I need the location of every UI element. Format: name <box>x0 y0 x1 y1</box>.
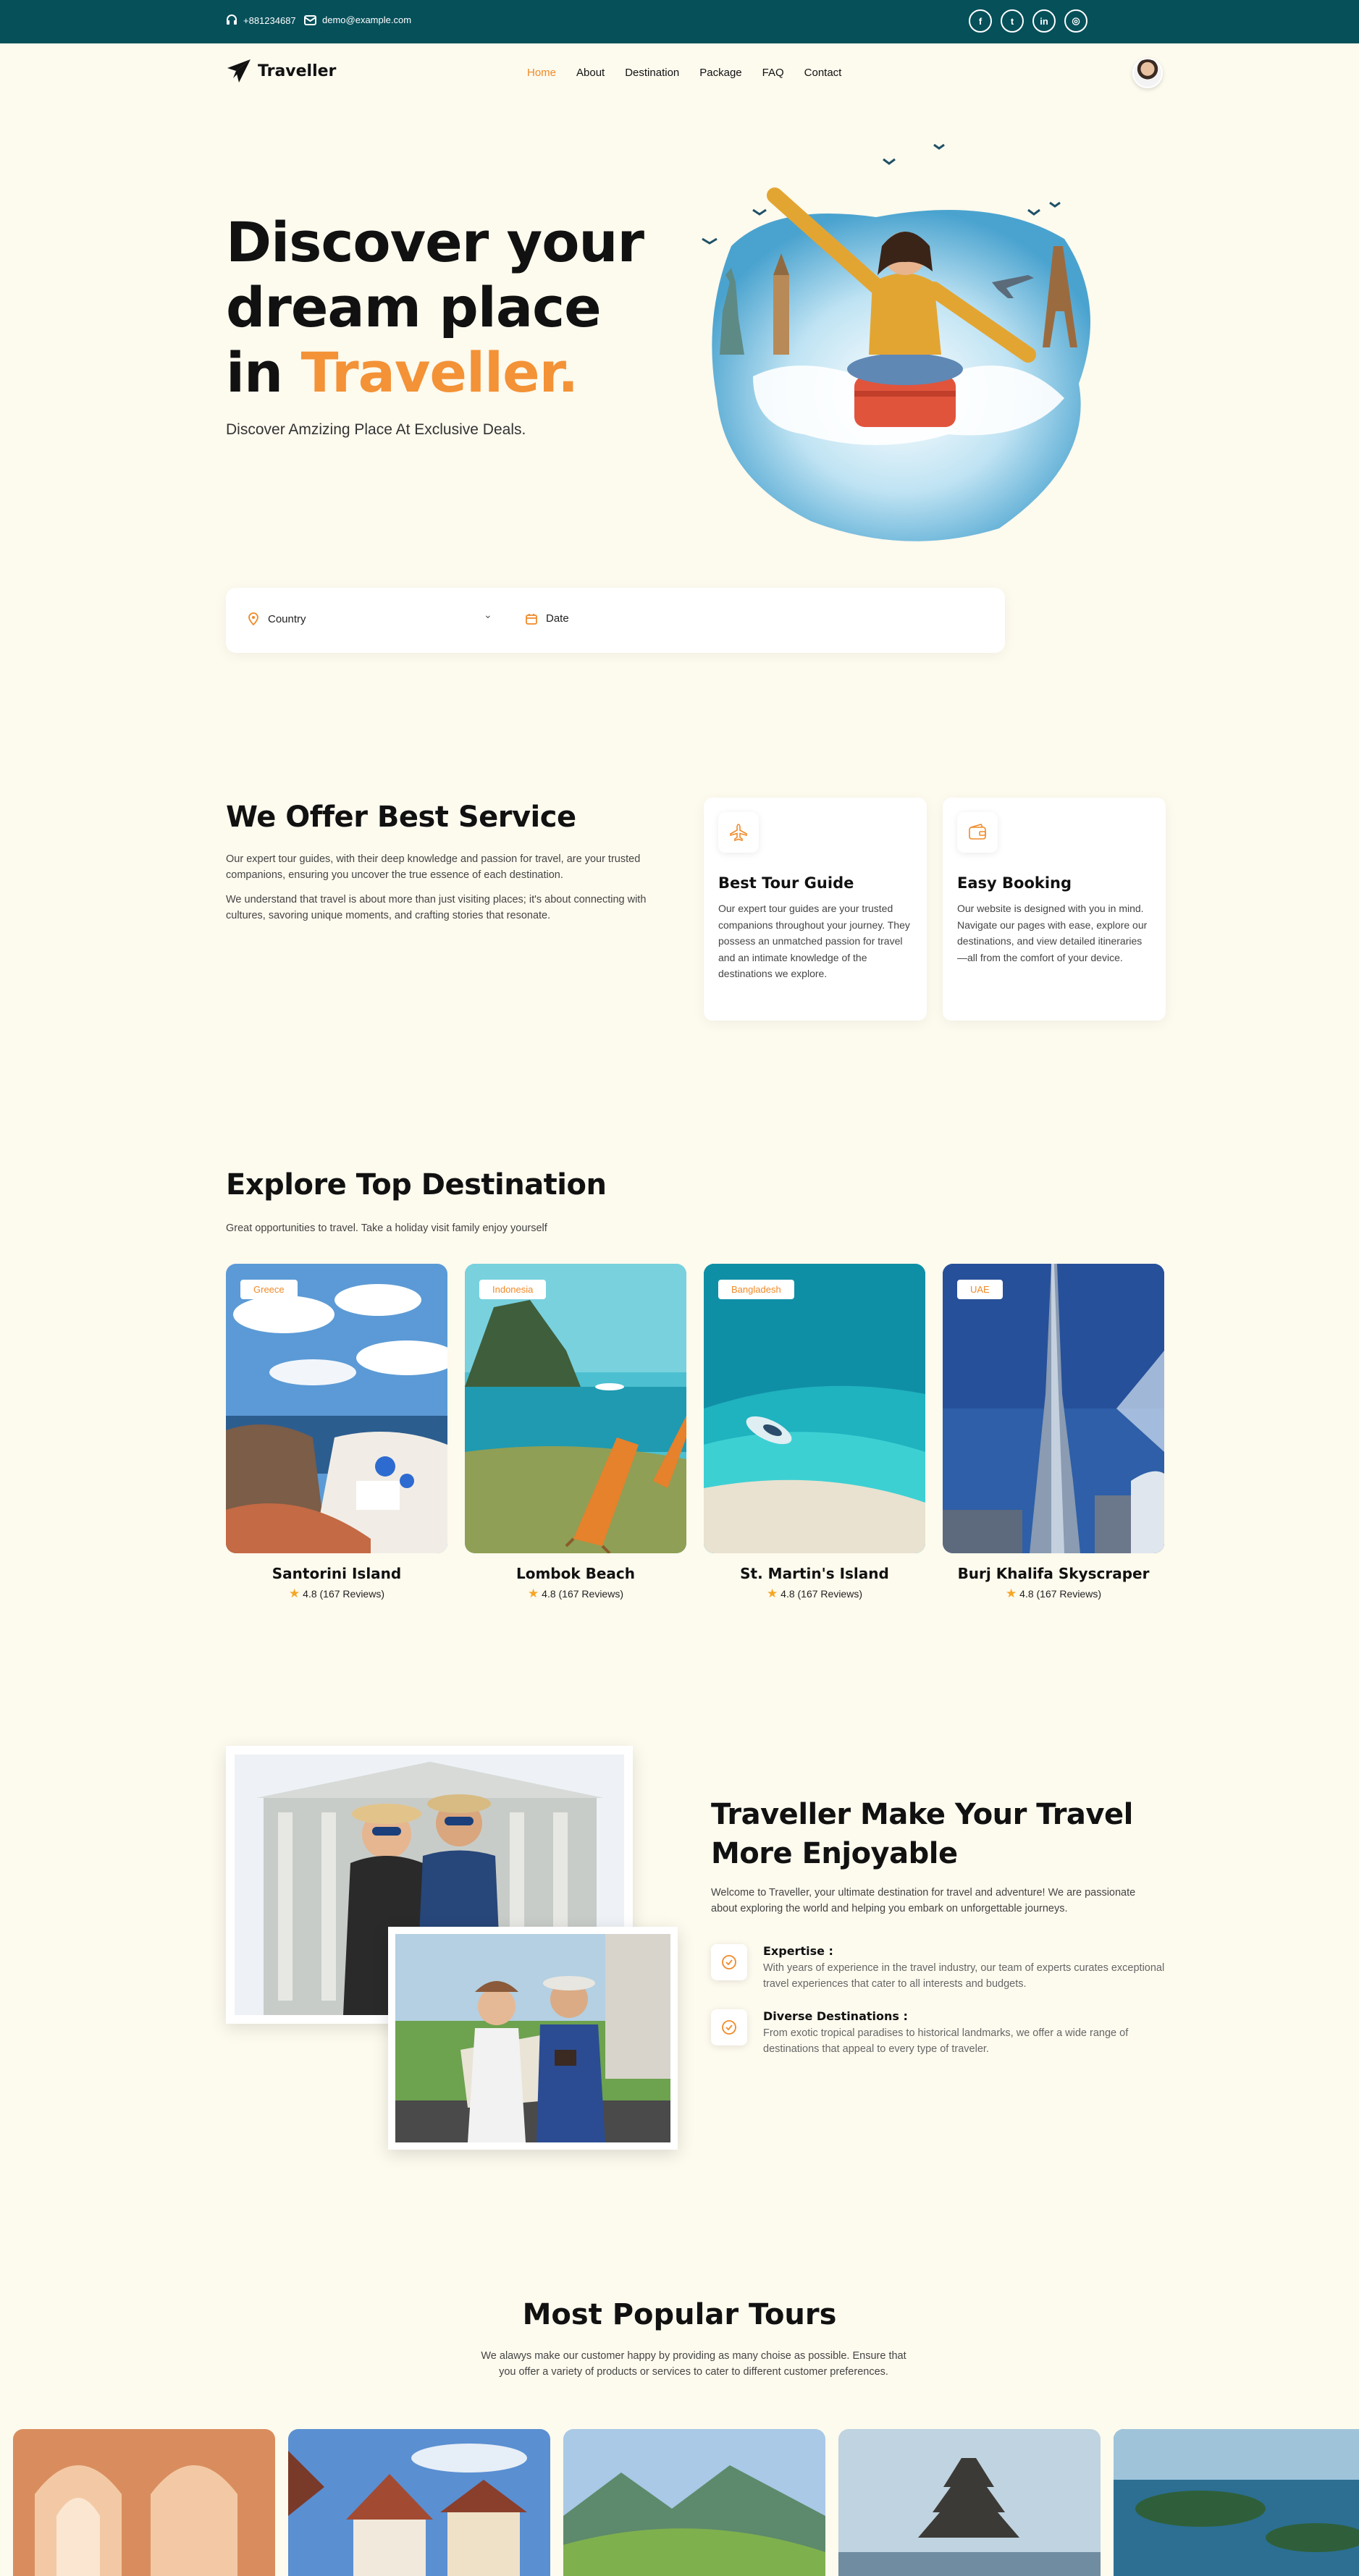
email-contact[interactable]: demo@example.com <box>304 14 411 25</box>
enjoyable-title: Traveller Make Your Travel More Enjoyabl… <box>711 1795 1133 1873</box>
services-para-1: Our expert tour guides, with their deep … <box>226 853 641 881</box>
facebook-icon[interactable]: f <box>969 9 992 33</box>
hero-title-line1: Discover your <box>226 210 644 274</box>
feature-title: Expertise : <box>763 1944 833 1958</box>
enjoyable-title-line2: More Enjoyable <box>711 1837 958 1870</box>
destination-photo-st-martins: Bangladesh <box>704 1264 925 1553</box>
destination-rating: ★ 4.8 (167 Reviews) <box>943 1587 1164 1601</box>
destination-name: Santorini Island <box>272 1565 402 1582</box>
destination-rating: ★ 4.8 (167 Reviews) <box>465 1587 686 1601</box>
service-card-title: Easy Booking <box>957 874 1072 892</box>
destinations-title: Explore Top Destination <box>226 1168 607 1202</box>
country-select[interactable]: Country <box>248 612 306 625</box>
destination-card[interactable]: Indonesia Lombok Beach ★ 4.8 (167 Review… <box>465 1264 686 1601</box>
check-circle-icon <box>711 2009 747 2045</box>
hero-traveler-illustration <box>702 143 1090 541</box>
linkedin-icon[interactable]: in <box>1032 9 1056 33</box>
destination-card[interactable]: Greece Santorini Island ★ 4.8 (167 Revie… <box>226 1264 447 1601</box>
tour-card-islands[interactable] <box>1114 2429 1359 2576</box>
star-icon: ★ <box>289 1587 300 1600</box>
feature-title: Diverse Destinations : <box>763 2009 908 2023</box>
main-nav: Home About Destination Package FAQ Conta… <box>527 67 862 79</box>
hero-subtitle: Discover Amzizing Place At Exclusive Dea… <box>226 421 526 438</box>
date-field[interactable]: Date <box>526 612 569 625</box>
country-tag: UAE <box>957 1280 1003 1299</box>
tour-card-valley[interactable] <box>563 2429 825 2576</box>
country-tag: Indonesia <box>479 1280 547 1299</box>
rating-text: 4.8 (167 Reviews) <box>781 1588 862 1600</box>
star-icon: ★ <box>1006 1587 1017 1600</box>
popular-tours-title: Most Popular Tours <box>522 2298 837 2331</box>
popular-tours-subtitle: We alawys make our customer happy by pro… <box>481 2350 906 2378</box>
hero-title: Discover your dream place in Traveller. <box>226 210 644 405</box>
destination-name: St. Martin's Island <box>740 1565 889 1582</box>
location-pin-icon <box>248 612 258 625</box>
hero-title-line3-prefix: in <box>226 340 301 405</box>
phone-contact[interactable]: +881234687 <box>226 14 296 26</box>
feature-text: From exotic tropical paradises to histor… <box>763 2027 1129 2055</box>
mail-icon <box>304 14 316 25</box>
enjoyable-title-line1: Traveller Make Your Travel <box>711 1798 1133 1831</box>
twitter-icon[interactable]: t <box>1001 9 1024 33</box>
tour-card-arches[interactable] <box>13 2429 275 2576</box>
brand-logo[interactable]: Traveller <box>226 58 336 84</box>
search-box: Country ⌄ Date <box>226 588 1005 653</box>
feature-text: With years of experience in the travel i… <box>763 1962 1165 1990</box>
star-icon: ★ <box>528 1587 539 1600</box>
email-address: demo@example.com <box>322 14 412 25</box>
nav-home[interactable]: Home <box>527 67 556 79</box>
calendar-icon <box>526 613 537 625</box>
hero-title-line2: dream place <box>226 275 602 339</box>
phone-number: +881234687 <box>243 14 296 26</box>
plane-icon <box>718 812 759 853</box>
rating-text: 4.8 (167 Reviews) <box>1019 1588 1101 1600</box>
country-tag: Bangladesh <box>718 1280 794 1299</box>
rating-text: 4.8 (167 Reviews) <box>542 1588 623 1600</box>
nav-contact[interactable]: Contact <box>804 67 842 79</box>
headset-icon <box>227 14 237 25</box>
brand-name: Traveller <box>258 62 337 80</box>
instagram-icon[interactable]: ◎ <box>1064 9 1087 33</box>
tour-card-temple[interactable] <box>838 2429 1101 2576</box>
star-icon: ★ <box>767 1587 778 1600</box>
services-para-2: We understand that travel is about more … <box>226 894 647 921</box>
service-card-easy-booking: Easy Booking Our website is designed wit… <box>943 798 1166 1021</box>
social-links: f t in ◎ <box>969 9 1087 33</box>
tour-card-old-town[interactable] <box>288 2429 550 2576</box>
destination-card[interactable]: Bangladesh St. Martin's Island ★ 4.8 (16… <box>704 1264 925 1601</box>
country-label: Country <box>268 612 306 625</box>
services-title: We Offer Best Service <box>226 801 576 834</box>
nav-about[interactable]: About <box>576 67 605 79</box>
paper-plane-icon <box>227 59 251 83</box>
rating-text: 4.8 (167 Reviews) <box>303 1588 384 1600</box>
destination-photo-santorini: Greece <box>226 1264 447 1553</box>
date-label: Date <box>546 612 569 625</box>
destination-rating: ★ 4.8 (167 Reviews) <box>226 1587 447 1601</box>
wallet-icon <box>957 812 998 853</box>
destination-rating: ★ 4.8 (167 Reviews) <box>704 1587 925 1601</box>
nav-package[interactable]: Package <box>699 67 741 79</box>
destination-photo-burj-khalifa: UAE <box>943 1264 1164 1553</box>
user-avatar[interactable] <box>1132 58 1163 88</box>
check-circle-icon <box>711 1944 747 1980</box>
destination-name: Lombok Beach <box>516 1565 636 1582</box>
top-bar: +881234687 demo@example.com f t in ◎ <box>0 0 1359 43</box>
nav-destination[interactable]: Destination <box>625 67 679 79</box>
destination-name: Burj Khalifa Skyscraper <box>957 1565 1150 1582</box>
chevron-down-icon[interactable]: ⌄ <box>484 609 492 621</box>
destination-card[interactable]: UAE Burj Khalifa Skyscraper ★ 4.8 (167 R… <box>943 1264 1164 1601</box>
hero-title-accent: Traveller. <box>300 340 579 405</box>
service-card-title: Best Tour Guide <box>718 874 854 892</box>
service-card-text: Our expert tour guides are your trusted … <box>718 903 910 979</box>
nav-faq[interactable]: FAQ <box>762 67 784 79</box>
destinations-subtitle: Great opportunities to travel. Take a ho… <box>226 1222 547 1234</box>
country-tag: Greece <box>240 1280 298 1299</box>
enjoyable-intro: Welcome to Traveller, your ultimate dest… <box>711 1887 1136 1914</box>
service-card-text: Our website is designed with you in mind… <box>957 903 1148 963</box>
service-card-tour-guide: Best Tour Guide Our expert tour guides a… <box>704 798 927 1021</box>
destination-photo-lombok: Indonesia <box>465 1264 686 1553</box>
travel-couple-photo-2 <box>388 1927 678 2150</box>
